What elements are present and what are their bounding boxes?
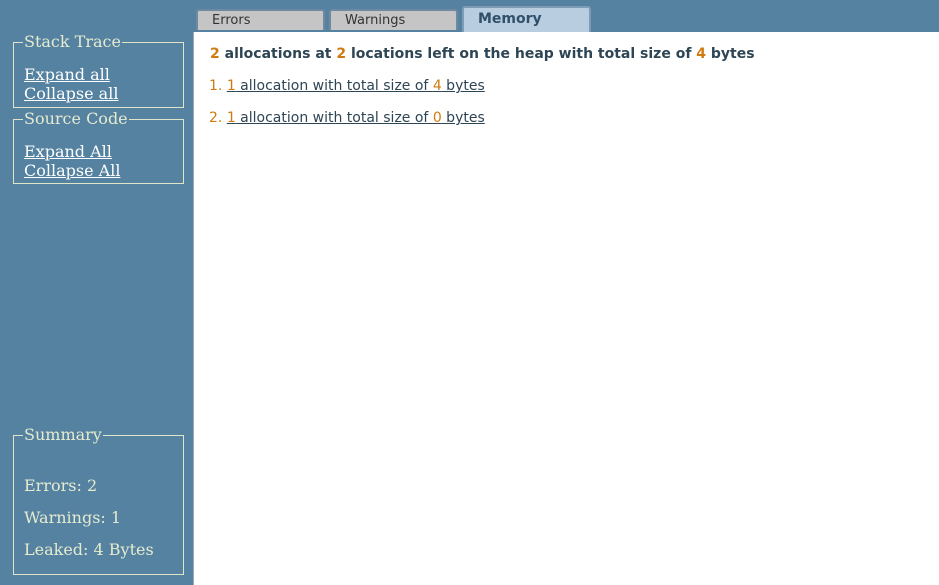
source-code-legend: Source Code <box>24 109 128 128</box>
leak-count: 1 <box>226 110 236 126</box>
allocation-count: 2 <box>210 46 220 62</box>
leak-index: 2. <box>209 110 223 126</box>
summary-panel: Summary Errors: 2 Warnings: 1 Leaked: 4 … <box>13 426 184 575</box>
memory-leaks-content: 2 allocations at 2 locations left on the… <box>193 32 939 585</box>
stack-trace-collapse-all-link[interactable]: Collapse all <box>24 84 118 103</box>
leak-count: 1 <box>226 78 236 94</box>
tab-bar: Errors Warnings Memory Leaks <box>193 0 939 50</box>
headline-text-1: allocations at <box>219 46 337 62</box>
summary-legend: Summary <box>24 425 102 444</box>
leak-size: 0 <box>432 110 442 126</box>
headline-text-3: bytes <box>706 46 755 62</box>
stack-trace-panel: Stack Trace Expand all Collapse all <box>13 33 184 108</box>
tab-warnings[interactable]: Warnings <box>329 9 458 30</box>
leak-index: 1. <box>209 78 223 94</box>
leak-link[interactable]: 1 allocation with total size of 4 bytes <box>227 78 485 94</box>
leak-text-2: bytes <box>441 78 485 94</box>
leak-text-1: allocation with total size of <box>235 78 433 94</box>
leak-item: 2. 1 allocation with total size of 0 byt… <box>209 110 485 126</box>
source-code-collapse-all-link[interactable]: Collapse All <box>24 161 120 180</box>
leak-text-1: allocation with total size of <box>235 110 433 126</box>
source-code-links: Expand All Collapse All <box>24 142 120 180</box>
tab-errors[interactable]: Errors <box>196 9 325 30</box>
summary-errors: Errors: 2 <box>24 476 98 495</box>
stack-trace-expand-all-link[interactable]: Expand all <box>24 65 118 84</box>
total-size: 4 <box>696 46 707 62</box>
source-code-expand-all-link[interactable]: Expand All <box>24 142 120 161</box>
leak-size: 4 <box>432 78 442 94</box>
summary-warnings: Warnings: 1 <box>24 508 122 527</box>
summary-leaked: Leaked: 4 Bytes <box>24 540 154 559</box>
stack-trace-links: Expand all Collapse all <box>24 65 118 103</box>
source-code-panel: Source Code Expand All Collapse All <box>13 110 184 184</box>
leak-item: 1. 1 allocation with total size of 4 byt… <box>209 78 485 94</box>
leak-text-2: bytes <box>441 110 485 126</box>
summary-lines: Errors: 2 Warnings: 1 Leaked: 4 Bytes <box>24 470 154 566</box>
location-count: 2 <box>336 46 347 62</box>
tab-memory-leaks[interactable]: Memory Leaks <box>462 6 591 50</box>
leak-summary-headline: 2 allocations at 2 locations left on the… <box>210 46 755 62</box>
sidebar: Stack Trace Expand all Collapse all Sour… <box>0 0 193 585</box>
leak-link[interactable]: 1 allocation with total size of 0 bytes <box>227 110 485 126</box>
headline-text-2: locations left on the heap with total si… <box>346 46 697 62</box>
stack-trace-legend: Stack Trace <box>24 32 121 51</box>
